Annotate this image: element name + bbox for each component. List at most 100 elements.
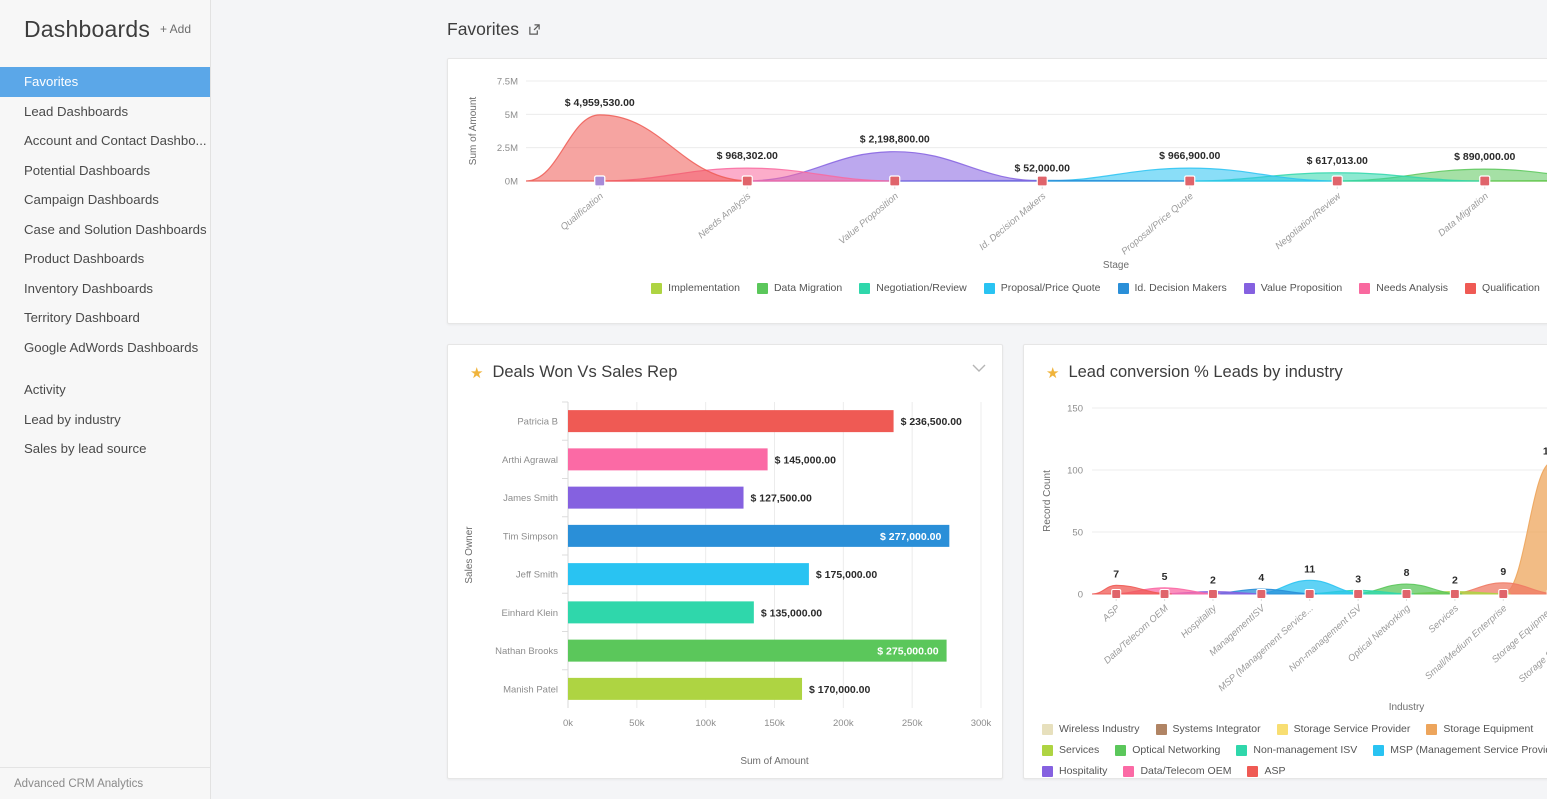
deals-won-chart[interactable]: 0k50k100k150k200k250k300kSales OwnerSum …: [448, 390, 1002, 772]
svg-text:11: 11: [1304, 563, 1315, 575]
svg-text:Hospitality: Hospitality: [1179, 602, 1220, 640]
sidebar-item-territory-dashboard[interactable]: Territory Dashboard: [0, 303, 210, 333]
legend-swatch: [1465, 283, 1476, 294]
svg-text:Jeff Smith: Jeff Smith: [516, 570, 558, 581]
sidebar-item-label: Google AdWords Dashboards: [24, 340, 198, 355]
sidebar-divider: [0, 362, 210, 375]
svg-text:50k: 50k: [629, 718, 645, 729]
legend-item[interactable]: Optical Networking: [1115, 742, 1220, 759]
legend-item[interactable]: Qualification: [1465, 280, 1540, 297]
sidebar-item-lead-dashboards[interactable]: Lead Dashboards: [0, 97, 210, 127]
legend-item[interactable]: Data/Telecom OEM: [1123, 763, 1231, 780]
star-icon[interactable]: ★: [470, 364, 483, 382]
lead-conversion-legend: Wireless Industry Systems Integrator Stora…: [1024, 721, 1547, 780]
stage-amount-chart[interactable]: 0M2.5M5M7.5MSum of Amount$ 4,959,530.00$…: [448, 59, 1547, 275]
sidebar-item-sales-by-lead-source[interactable]: Sales by lead source: [0, 434, 210, 464]
sidebar-item-label: Sales by lead source: [24, 441, 146, 456]
legend-item[interactable]: ASP: [1247, 763, 1285, 780]
svg-text:2.5M: 2.5M: [497, 143, 518, 154]
svg-text:150k: 150k: [764, 718, 785, 729]
svg-text:Needs Analysis: Needs Analysis: [696, 191, 753, 241]
legend-swatch: [1244, 283, 1255, 294]
legend-label: Data Migration: [774, 280, 842, 297]
legend-label: Qualification: [1482, 280, 1540, 297]
sidebar-item-label: Product Dashboards: [24, 251, 144, 266]
svg-text:$ 4,959,530.00: $ 4,959,530.00: [565, 97, 635, 109]
card-header-lead-conversion: ★ Lead conversion % Leads by industry: [1024, 345, 1547, 382]
card-stage-amount: 0M2.5M5M7.5MSum of Amount$ 4,959,530.00$…: [447, 58, 1547, 324]
legend-item[interactable]: Non-management ISV: [1236, 742, 1357, 759]
sidebar-item-lead-by-industry[interactable]: Lead by industry: [0, 405, 210, 435]
legend-item[interactable]: Storage Service Provider: [1277, 721, 1411, 738]
svg-text:100k: 100k: [695, 718, 716, 729]
card-lead-conversion: ★ Lead conversion % Leads by industry 05…: [1023, 344, 1547, 779]
svg-text:$ 236,500.00: $ 236,500.00: [901, 416, 962, 428]
legend-item[interactable]: Proposal/Price Quote: [984, 280, 1101, 297]
legend-swatch: [1247, 766, 1258, 777]
legend-label: MSP (Management Service Provider): [1390, 742, 1547, 759]
legend-item[interactable]: Needs Analysis: [1359, 280, 1448, 297]
legend-swatch: [1115, 745, 1126, 756]
svg-text:ASP: ASP: [1100, 603, 1123, 625]
svg-text:$ 52,000.00: $ 52,000.00: [1015, 162, 1071, 174]
legend-swatch: [1042, 766, 1053, 777]
legend-item[interactable]: Storage Equipment: [1426, 721, 1533, 738]
svg-text:$ 966,900.00: $ 966,900.00: [1159, 150, 1220, 162]
svg-text:Arthi Agrawal: Arthi Agrawal: [502, 455, 558, 466]
lead-conversion-chart[interactable]: 050100150Record Count75241138291068610AS…: [1024, 386, 1547, 716]
legend-label: Needs Analysis: [1376, 280, 1448, 297]
legend-item[interactable]: Data Migration: [757, 280, 842, 297]
sidebar-item-label: Activity: [24, 382, 66, 397]
legend-label: Value Proposition: [1261, 280, 1343, 297]
legend-label: Systems Integrator: [1173, 721, 1261, 738]
svg-text:300k: 300k: [971, 718, 992, 729]
sidebar-item-activity[interactable]: Activity: [0, 375, 210, 405]
svg-text:James Smith: James Smith: [503, 493, 558, 504]
legend-item[interactable]: Implementation: [651, 280, 740, 297]
star-icon[interactable]: ★: [1046, 364, 1059, 382]
svg-text:9: 9: [1500, 566, 1506, 578]
legend-item[interactable]: Id. Decision Makers: [1118, 280, 1227, 297]
chevron-down-icon[interactable]: [972, 363, 986, 375]
sidebar-item-label: Lead by industry: [24, 412, 121, 427]
legend-item[interactable]: Negotiation/Review: [859, 280, 966, 297]
page-title: Favorites: [447, 19, 519, 40]
svg-text:0M: 0M: [505, 177, 518, 188]
svg-text:$ 170,000.00: $ 170,000.00: [809, 684, 870, 696]
legend-item[interactable]: Hospitality: [1042, 763, 1107, 780]
legend-item[interactable]: Wireless Industry: [1042, 721, 1140, 738]
legend-swatch: [1277, 724, 1288, 735]
svg-text:$ 275,000.00: $ 275,000.00: [877, 646, 938, 658]
legend-label: Services: [1059, 742, 1099, 759]
sidebar-item-inventory-dashboards[interactable]: Inventory Dashboards: [0, 274, 210, 304]
svg-text:$ 2,198,800.00: $ 2,198,800.00: [860, 134, 930, 146]
sidebar-nav: Favorites Lead DashboardsAccount and Cont…: [0, 67, 210, 464]
sidebar-item-campaign-dashboards[interactable]: Campaign Dashboards: [0, 185, 210, 215]
legend-item[interactable]: Value Proposition: [1244, 280, 1343, 297]
svg-text:Nathan Brooks: Nathan Brooks: [495, 646, 558, 657]
sidebar-item-label: Potential Dashboards: [24, 163, 150, 178]
sidebar-item-label: Favorites: [24, 74, 78, 89]
sidebar-item-potential-dashboards[interactable]: Potential Dashboards: [0, 156, 210, 186]
legend-item[interactable]: Services: [1042, 742, 1099, 759]
legend-label: Proposal/Price Quote: [1001, 280, 1101, 297]
sidebar-item-google-adwords-dashboards[interactable]: Google AdWords Dashboards: [0, 333, 210, 363]
legend-swatch: [1042, 745, 1053, 756]
svg-text:150: 150: [1067, 404, 1083, 415]
add-dashboard-button[interactable]: + Add: [155, 19, 196, 39]
sidebar-item-product-dashboards[interactable]: Product Dashboards: [0, 244, 210, 274]
sidebar-item-account-and-contact-dashbo[interactable]: Account and Contact Dashbo...: [0, 126, 210, 156]
legend-item[interactable]: MSP (Management Service Provider): [1373, 742, 1547, 759]
sidebar-item-label: Territory Dashboard: [24, 310, 140, 325]
svg-text:106: 106: [1543, 446, 1547, 458]
external-link-icon[interactable]: [528, 23, 541, 36]
svg-text:$ 127,500.00: $ 127,500.00: [751, 493, 812, 505]
svg-text:50: 50: [1072, 528, 1083, 539]
svg-text:$ 135,000.00: $ 135,000.00: [761, 607, 822, 619]
sidebar-item-favorites[interactable]: Favorites: [0, 67, 210, 97]
svg-text:5: 5: [1162, 571, 1168, 583]
svg-text:Tim Simpson: Tim Simpson: [503, 531, 558, 542]
legend-item[interactable]: Systems Integrator: [1156, 721, 1261, 738]
svg-text:5M: 5M: [505, 110, 518, 121]
sidebar-item-case-and-solution-dashboards[interactable]: Case and Solution Dashboards: [0, 215, 210, 245]
